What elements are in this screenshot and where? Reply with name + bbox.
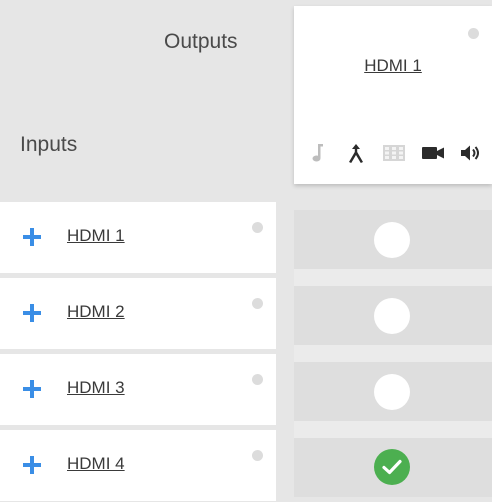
- input-status-dot: [252, 298, 263, 309]
- input-name-link[interactable]: HDMI 2: [67, 302, 125, 322]
- output-status-dot: [468, 28, 479, 39]
- input-name-link[interactable]: HDMI 1: [67, 226, 125, 246]
- input-name-link[interactable]: HDMI 4: [67, 454, 125, 474]
- plus-icon[interactable]: [22, 379, 42, 399]
- video-camera-icon[interactable]: [420, 140, 446, 166]
- input-row-hdmi-4: HDMI 4: [0, 430, 276, 501]
- matrix-gap: [294, 269, 492, 286]
- input-row-hdmi-3: HDMI 3: [0, 354, 276, 425]
- input-row-hdmi-1: HDMI 1: [0, 202, 276, 273]
- check-icon: [382, 459, 402, 475]
- input-row-hdmi-2: HDMI 2: [0, 278, 276, 349]
- plus-icon[interactable]: [22, 303, 42, 323]
- input-status-dot: [252, 222, 263, 233]
- route-cell-hdmi-3[interactable]: [374, 374, 410, 410]
- output-signal-icons: [304, 140, 484, 166]
- header-labels: Outputs Inputs: [0, 0, 292, 200]
- merge-arrow-icon[interactable]: [343, 140, 369, 166]
- matrix-gap: [294, 421, 492, 438]
- input-status-dot: [252, 374, 263, 385]
- route-cell-hdmi-2[interactable]: [374, 298, 410, 334]
- route-cell-hdmi-1[interactable]: [374, 222, 410, 258]
- routing-matrix-column: [294, 200, 492, 502]
- speaker-icon[interactable]: [458, 140, 484, 166]
- music-note-icon[interactable]: [304, 140, 330, 166]
- outputs-label: Outputs: [164, 30, 238, 53]
- input-name-link[interactable]: HDMI 3: [67, 378, 125, 398]
- plus-icon[interactable]: [22, 227, 42, 247]
- route-cell-hdmi-4[interactable]: [374, 449, 410, 485]
- grid-icon[interactable]: [381, 140, 407, 166]
- input-status-dot: [252, 450, 263, 461]
- inputs-label: Inputs: [20, 133, 78, 156]
- output-name-link[interactable]: HDMI 1: [294, 56, 492, 76]
- output-card-hdmi-1[interactable]: HDMI 1: [294, 6, 492, 184]
- plus-icon[interactable]: [22, 455, 42, 475]
- matrix-gap: [294, 345, 492, 362]
